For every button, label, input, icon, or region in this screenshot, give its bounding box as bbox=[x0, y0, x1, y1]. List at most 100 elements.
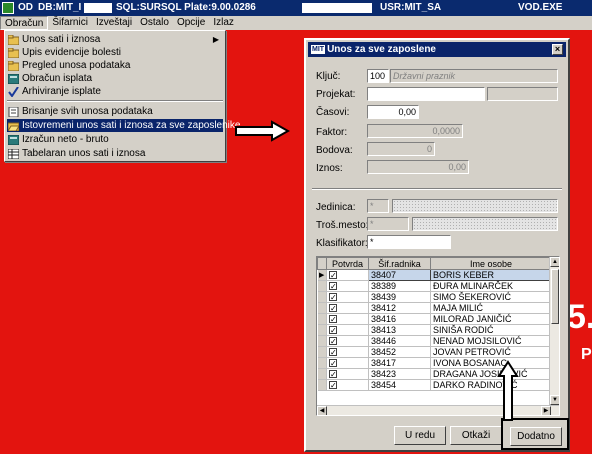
column-header-ime-osobe[interactable]: Ime osobe bbox=[430, 257, 552, 270]
row-indicator[interactable] bbox=[317, 379, 327, 391]
menu-izlaz[interactable]: Izlaz bbox=[209, 16, 238, 30]
table-row[interactable]: ✓ 38412 MAJA MILIĆ bbox=[317, 302, 552, 314]
menu-item-unos-sati[interactable]: Unos sati i iznosa ▶ bbox=[7, 33, 223, 46]
row-indicator[interactable] bbox=[317, 302, 327, 314]
menu-opcije[interactable]: Opcije bbox=[173, 16, 209, 30]
potvrda-checkbox[interactable]: ✓ bbox=[329, 315, 337, 324]
sif-radnika-cell[interactable]: 38454 bbox=[368, 379, 431, 391]
potvrda-checkbox[interactable]: ✓ bbox=[329, 381, 337, 390]
scroll-right-icon[interactable]: ▶ bbox=[541, 406, 551, 415]
potvrda-cell[interactable]: ✓ bbox=[326, 368, 369, 380]
section-divider bbox=[312, 188, 562, 190]
table-row[interactable]: ✓ 38446 NENAD MOJSILOVIĆ bbox=[317, 335, 552, 347]
table-row[interactable]: ✓ 38389 ĐURA MLINARČEK bbox=[317, 280, 552, 292]
ime-osobe-cell[interactable]: NENAD MOJSILOVIĆ bbox=[430, 335, 552, 347]
potvrda-cell[interactable]: ✓ bbox=[326, 313, 369, 325]
potvrda-cell[interactable]: ✓ bbox=[326, 269, 369, 281]
potvrda-cell[interactable]: ✓ bbox=[326, 335, 369, 347]
sif-radnika-cell[interactable]: 38439 bbox=[368, 291, 431, 303]
sif-radnika-cell[interactable]: 38412 bbox=[368, 302, 431, 314]
jedinica-input[interactable]: * bbox=[367, 199, 389, 213]
menu-item-pregled-unosa[interactable]: Pregled unosa podataka bbox=[7, 59, 223, 72]
potvrda-checkbox[interactable]: ✓ bbox=[329, 271, 337, 280]
klasifikator-input[interactable]: * bbox=[367, 235, 451, 249]
column-header-sif-radnika[interactable]: Šif.radnika bbox=[368, 257, 431, 270]
scrollbar-thumb[interactable] bbox=[551, 269, 559, 324]
checkmark-icon bbox=[8, 85, 19, 98]
row-indicator[interactable] bbox=[317, 346, 327, 358]
menu-item-izracun-neto-bruto[interactable]: Izračun neto - bruto bbox=[7, 133, 223, 146]
row-indicator[interactable] bbox=[317, 335, 327, 347]
tros-mesto-input[interactable]: * bbox=[367, 217, 409, 231]
employees-grid[interactable]: Potvrda Šif.radnika Ime osobe ▶ ✓ 38407 BOR… bbox=[316, 256, 560, 416]
row-indicator[interactable] bbox=[317, 291, 327, 303]
potvrda-cell[interactable]: ✓ bbox=[326, 379, 369, 391]
potvrda-checkbox[interactable]: ✓ bbox=[329, 304, 337, 313]
menu-item-brisanje[interactable]: Brisanje svih unosa podataka bbox=[7, 105, 223, 118]
potvrda-cell[interactable]: ✓ bbox=[326, 302, 369, 314]
row-indicator[interactable] bbox=[317, 313, 327, 325]
horizontal-scrollbar[interactable]: ◀ ▶ bbox=[317, 405, 559, 415]
ime-osobe-cell[interactable]: BORIS KEBER bbox=[430, 269, 552, 281]
ime-osobe-cell[interactable]: MAJA MILIĆ bbox=[430, 302, 552, 314]
sif-radnika-cell[interactable]: 38452 bbox=[368, 346, 431, 358]
sif-radnika-cell[interactable]: 38389 bbox=[368, 280, 431, 292]
menu-item-obracun-isplata[interactable]: Obračun isplata bbox=[7, 72, 223, 85]
potvrda-checkbox[interactable]: ✓ bbox=[329, 370, 337, 379]
sif-radnika-cell[interactable]: 38407 bbox=[368, 269, 431, 281]
ime-osobe-cell[interactable]: MILORAD JANIČIĆ bbox=[430, 313, 552, 325]
menu-sifarnici[interactable]: Šifarnici bbox=[48, 16, 92, 30]
menu-obracun[interactable]: Obračun bbox=[0, 16, 49, 30]
potvrda-checkbox[interactable]: ✓ bbox=[329, 282, 337, 291]
ok-button[interactable]: U redu bbox=[394, 426, 446, 445]
row-indicator[interactable] bbox=[317, 324, 327, 336]
potvrda-checkbox[interactable]: ✓ bbox=[329, 337, 337, 346]
potvrda-cell[interactable]: ✓ bbox=[326, 280, 369, 292]
ime-osobe-cell[interactable]: DRAGANA JOSIPOVIĆ bbox=[430, 368, 552, 380]
potvrda-checkbox[interactable]: ✓ bbox=[329, 293, 337, 302]
menu-item-istovremeni-unos[interactable]: Istovremeni unos sati i iznosa za sve za… bbox=[7, 119, 240, 132]
menu-item-upis-evidencije[interactable]: Upis evidencije bolesti bbox=[7, 46, 223, 59]
potvrda-checkbox[interactable]: ✓ bbox=[329, 326, 337, 335]
projekat-input[interactable] bbox=[367, 87, 485, 101]
potvrda-checkbox[interactable]: ✓ bbox=[329, 359, 337, 368]
column-header-potvrda[interactable]: Potvrda bbox=[326, 257, 369, 270]
sif-radnika-cell[interactable]: 38446 bbox=[368, 335, 431, 347]
scroll-up-icon[interactable]: ▲ bbox=[550, 257, 559, 267]
sif-radnika-cell[interactable]: 38423 bbox=[368, 368, 431, 380]
potvrda-cell[interactable]: ✓ bbox=[326, 324, 369, 336]
ime-osobe-cell[interactable]: DARKO RADINOVIĆ bbox=[430, 379, 552, 391]
menu-item-arhiviranje[interactable]: Arhiviranje isplate bbox=[7, 85, 223, 98]
sif-radnika-cell[interactable]: 38416 bbox=[368, 313, 431, 325]
potvrda-cell[interactable]: ✓ bbox=[326, 291, 369, 303]
ime-osobe-cell[interactable]: JOVAN PETROVIĆ bbox=[430, 346, 552, 358]
row-indicator-current-icon[interactable]: ▶ bbox=[317, 269, 327, 281]
table-row[interactable]: ✓ 38413 SINIŠA RODIĆ bbox=[317, 324, 552, 336]
ime-osobe-cell[interactable]: ĐURA MLINARČEK bbox=[430, 280, 552, 292]
ime-osobe-cell[interactable]: SIMO ŠEKEROVIĆ bbox=[430, 291, 552, 303]
kljuc-input[interactable]: 100 bbox=[367, 69, 389, 83]
vertical-scrollbar[interactable]: ▲ ▼ bbox=[549, 257, 559, 405]
menu-item-tabelaran-unos[interactable]: Tabelaran unos sati i iznosa bbox=[7, 147, 223, 160]
close-button[interactable]: × bbox=[552, 44, 563, 55]
ime-osobe-cell[interactable]: IVONA BOSANAC bbox=[430, 357, 552, 369]
table-row[interactable]: ▶ ✓ 38407 BORIS KEBER bbox=[317, 269, 552, 281]
row-indicator[interactable] bbox=[317, 280, 327, 292]
scroll-down-icon[interactable]: ▼ bbox=[550, 395, 559, 405]
table-row[interactable]: ✓ 38439 SIMO ŠEKEROVIĆ bbox=[317, 291, 552, 303]
casovi-input[interactable]: 0,00 bbox=[367, 105, 419, 119]
potvrda-cell[interactable]: ✓ bbox=[326, 357, 369, 369]
ime-osobe-cell[interactable]: SINIŠA RODIĆ bbox=[430, 324, 552, 336]
table-row[interactable]: ✓ 38452 JOVAN PETROVIĆ bbox=[317, 346, 552, 358]
row-indicator[interactable] bbox=[317, 357, 327, 369]
sif-radnika-cell[interactable]: 38413 bbox=[368, 324, 431, 336]
menu-ostalo[interactable]: Ostalo bbox=[136, 16, 173, 30]
menu-izvestaji[interactable]: Izveštaji bbox=[92, 16, 136, 30]
potvrda-cell[interactable]: ✓ bbox=[326, 346, 369, 358]
sif-radnika-cell[interactable]: 38417 bbox=[368, 357, 431, 369]
scroll-left-icon[interactable]: ◀ bbox=[317, 406, 327, 415]
potvrda-checkbox[interactable]: ✓ bbox=[329, 348, 337, 357]
cancel-button[interactable]: Otkaži bbox=[450, 426, 502, 445]
table-row[interactable]: ✓ 38416 MILORAD JANIČIĆ bbox=[317, 313, 552, 325]
row-indicator[interactable] bbox=[317, 368, 327, 380]
